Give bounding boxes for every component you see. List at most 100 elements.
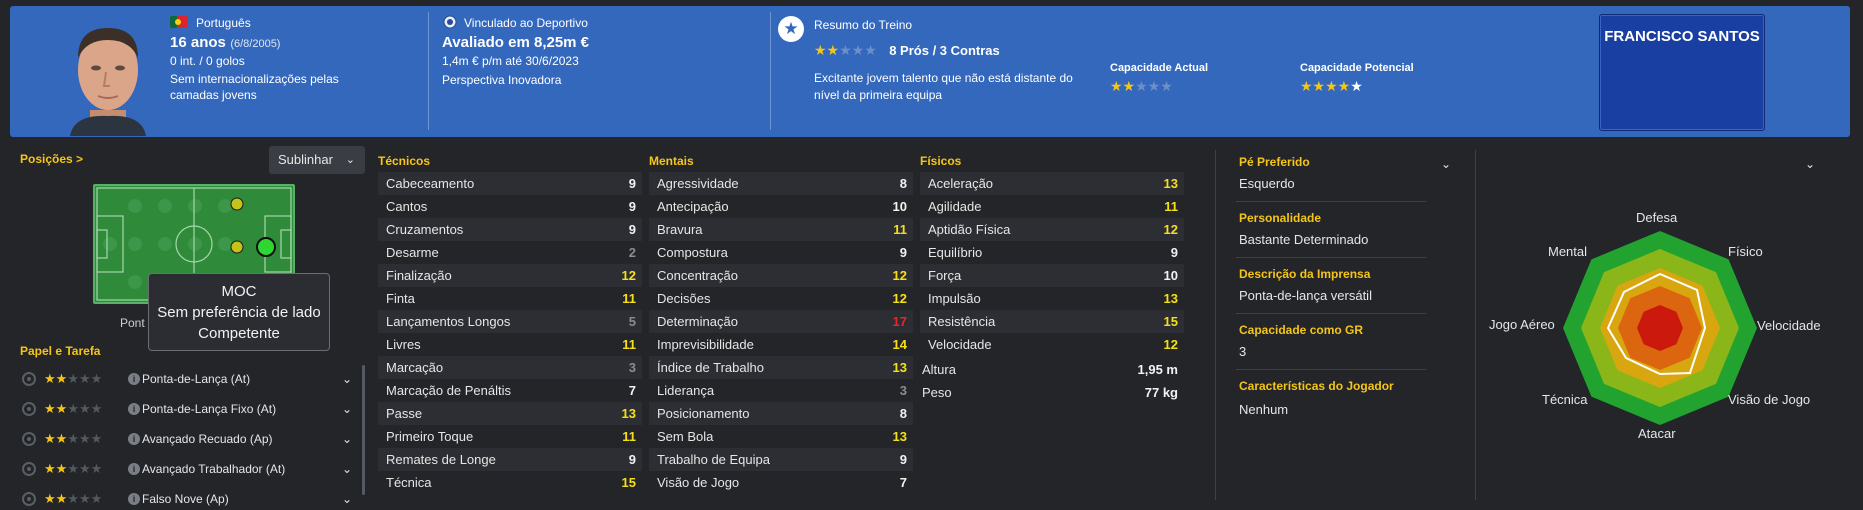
radio-icon[interactable] bbox=[22, 372, 36, 386]
roles-scrollbar[interactable] bbox=[362, 365, 365, 495]
attribute-row[interactable]: Decisões 12 bbox=[649, 287, 913, 310]
role-row[interactable]: ★★★★★ i Avançado Trabalhador (At) ⌄ bbox=[20, 454, 360, 484]
attribute-row[interactable]: Desarme 2 bbox=[378, 241, 642, 264]
highlight-dropdown[interactable]: Sublinhar ⌄ bbox=[269, 146, 365, 174]
height-row: Altura 1,95 m bbox=[914, 358, 1184, 381]
attribute-row[interactable]: Agressividade 8 bbox=[649, 172, 913, 195]
chevron-down-icon[interactable]: ⌄ bbox=[342, 484, 352, 510]
info-icon[interactable]: i bbox=[128, 433, 140, 445]
info-icon[interactable]: i bbox=[128, 493, 140, 505]
attribute-row[interactable]: Livres 11 bbox=[378, 333, 642, 356]
attribute-value: 5 bbox=[628, 314, 636, 329]
attribute-value: 8 bbox=[899, 176, 907, 191]
bio-section: Português 16 anos (6/8/2005) 0 int. / 0 … bbox=[170, 14, 339, 103]
attribute-row[interactable]: Antecipação 10 bbox=[649, 195, 913, 218]
chevron-down-icon[interactable]: ⌄ bbox=[342, 394, 352, 424]
chevron-down-icon[interactable]: ⌄ bbox=[1805, 157, 1815, 171]
chevron-down-icon[interactable]: ⌄ bbox=[342, 454, 352, 484]
attribute-value: 12 bbox=[892, 291, 907, 306]
attribute-row[interactable]: Aceleração 13 bbox=[920, 172, 1184, 195]
attribute-row[interactable]: Velocidade 12 bbox=[920, 333, 1184, 356]
attribute-row[interactable]: Bravura 11 bbox=[649, 218, 913, 241]
attribute-value: 10 bbox=[892, 199, 907, 214]
chevron-down-icon[interactable]: ⌄ bbox=[342, 364, 352, 394]
roles-title: Papel e Tarefa bbox=[20, 344, 101, 358]
attribute-row[interactable]: Determinação 17 bbox=[649, 310, 913, 333]
info-icon[interactable]: i bbox=[128, 373, 140, 385]
attribute-value: 12 bbox=[1163, 222, 1178, 237]
radar-label-aerial: Jogo Aéreo bbox=[1489, 317, 1555, 332]
attribute-value: 3 bbox=[628, 360, 636, 375]
info-icon[interactable]: i bbox=[128, 463, 140, 475]
attribute-value: 13 bbox=[1163, 176, 1178, 191]
attribute-name: Remates de Longe bbox=[386, 452, 496, 467]
attribute-row[interactable]: Imprevisibilidade 14 bbox=[649, 333, 913, 356]
player-traits-label: Características do Jogador bbox=[1239, 379, 1394, 393]
position-tooltip: MOC Sem preferência de lado Competente bbox=[148, 273, 330, 351]
attribute-row[interactable]: Finalização 12 bbox=[378, 264, 642, 287]
date-of-birth: (6/8/2005) bbox=[230, 38, 281, 50]
potential-ability-label: Capacidade Potencial bbox=[1300, 62, 1414, 74]
role-row[interactable]: ★★★★★ i Avançado Recuado (Ap) ⌄ bbox=[20, 424, 360, 454]
attribute-row[interactable]: Trabalho de Equipa 9 bbox=[649, 448, 913, 471]
attribute-value: 13 bbox=[621, 406, 636, 421]
attribute-row[interactable]: Cabeceamento 9 bbox=[378, 172, 642, 195]
attribute-row[interactable]: Concentração 12 bbox=[649, 264, 913, 287]
attribute-row[interactable]: Primeiro Toque 11 bbox=[378, 425, 642, 448]
pros-cons: 8 Prós / 3 Contras bbox=[889, 43, 1000, 58]
attribute-row[interactable]: Finta 11 bbox=[378, 287, 642, 310]
attribute-value: 15 bbox=[1163, 314, 1178, 329]
attribute-row[interactable]: Lançamentos Longos 5 bbox=[378, 310, 642, 333]
role-stars: ★★★★★ bbox=[44, 491, 103, 506]
role-row[interactable]: ★★★★★ i Falso Nove (Ap) ⌄ bbox=[20, 484, 360, 510]
attribute-row[interactable]: Equilíbrio 9 bbox=[920, 241, 1184, 264]
attribute-row[interactable]: Agilidade 11 bbox=[920, 195, 1184, 218]
chevron-down-icon[interactable]: ⌄ bbox=[1441, 157, 1451, 171]
position-caption: Pont bbox=[120, 316, 145, 330]
radar-label-mental: Mental bbox=[1548, 244, 1588, 259]
attribute-row[interactable]: Impulsão 13 bbox=[920, 287, 1184, 310]
attribute-value: 2 bbox=[628, 245, 636, 260]
training-description: Excitante jovem talento que não está dis… bbox=[814, 70, 1094, 104]
attribute-value: 7 bbox=[628, 383, 636, 398]
attribute-row[interactable]: Cantos 9 bbox=[378, 195, 642, 218]
positions-link[interactable]: Posições > bbox=[20, 152, 83, 166]
intl-note-line1: Sem internacionalizações pelas bbox=[170, 72, 339, 86]
role-stars: ★★★★★ bbox=[44, 461, 103, 476]
training-desc-line2: nível da primeira equipa bbox=[814, 88, 943, 102]
attribute-row[interactable]: Força 10 bbox=[920, 264, 1184, 287]
attribute-row[interactable]: Visão de Jogo 7 bbox=[649, 471, 913, 494]
role-row[interactable]: ★★★★★ i Ponta-de-Lança (At) ⌄ bbox=[20, 364, 360, 394]
role-name: Falso Nove (Ap) bbox=[142, 492, 229, 506]
attribute-row[interactable]: Aptidão Física 12 bbox=[920, 218, 1184, 241]
attribute-value: 11 bbox=[622, 429, 636, 444]
attribute-row[interactable]: Técnica 15 bbox=[378, 471, 642, 494]
player-name: FRANCISCO SANTOS bbox=[1604, 28, 1760, 45]
attribute-row[interactable]: Passe 13 bbox=[378, 402, 642, 425]
attribute-row[interactable]: Marcação 3 bbox=[378, 356, 642, 379]
attribute-row[interactable]: Marcação de Penáltis 7 bbox=[378, 379, 642, 402]
radio-icon[interactable] bbox=[22, 492, 36, 506]
attribute-value: 7 bbox=[899, 475, 907, 490]
potential-ability-stars: ★★★★★ bbox=[1300, 78, 1363, 94]
role-row[interactable]: ★★★★★ i Ponta-de-Lança Fixo (At) ⌄ bbox=[20, 394, 360, 424]
player-face-image bbox=[70, 28, 146, 136]
physical-title: Físicos bbox=[920, 154, 962, 168]
attribute-row[interactable]: Posicionamento 8 bbox=[649, 402, 913, 425]
club-badge-icon bbox=[443, 15, 457, 29]
radio-icon[interactable] bbox=[22, 402, 36, 416]
attribute-row[interactable]: Compostura 9 bbox=[649, 241, 913, 264]
attribute-row[interactable]: Remates de Longe 9 bbox=[378, 448, 642, 471]
attribute-value: 12 bbox=[621, 268, 636, 283]
attribute-row[interactable]: Sem Bola 13 bbox=[649, 425, 913, 448]
attribute-row[interactable]: Índice de Trabalho 13 bbox=[649, 356, 913, 379]
attribute-row[interactable]: Cruzamentos 9 bbox=[378, 218, 642, 241]
attribute-name: Livres bbox=[386, 337, 421, 352]
attribute-row[interactable]: Liderança 3 bbox=[649, 379, 913, 402]
radio-icon[interactable] bbox=[22, 462, 36, 476]
attribute-name: Determinação bbox=[657, 314, 738, 329]
attribute-row[interactable]: Resistência 15 bbox=[920, 310, 1184, 333]
radio-icon[interactable] bbox=[22, 432, 36, 446]
chevron-down-icon[interactable]: ⌄ bbox=[342, 424, 352, 454]
info-icon[interactable]: i bbox=[128, 403, 140, 415]
